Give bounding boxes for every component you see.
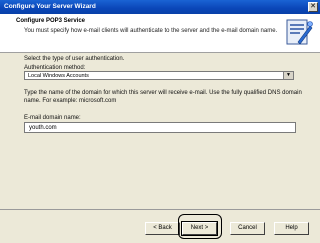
- help-button[interactable]: Help: [274, 222, 309, 235]
- cancel-button[interactable]: Cancel: [230, 222, 265, 235]
- email-domain-field[interactable]: youth.com: [24, 122, 296, 133]
- window-title: Configure Your Server Wizard: [4, 3, 96, 10]
- back-button[interactable]: < Back: [145, 222, 180, 235]
- domain-help-text-2: name. For example: microsoft.com: [24, 98, 117, 104]
- auth-method-value: Local Windows Accounts: [28, 73, 89, 79]
- wizard-header: Configure POP3 Service You must specify …: [0, 14, 320, 53]
- chevron-down-icon[interactable]: ▼: [283, 72, 293, 79]
- page-title: Configure POP3 Service: [16, 18, 86, 24]
- domain-label: E-mail domain name:: [24, 115, 81, 121]
- title-bar: Configure Your Server Wizard ✕: [0, 0, 320, 14]
- auth-intro: Select the type of user authentication.: [24, 56, 125, 62]
- page-subtitle: You must specify how e-mail clients will…: [24, 28, 278, 34]
- email-domain-value: youth.com: [29, 125, 57, 131]
- domain-help-text-1: Type the name of the domain for which th…: [24, 90, 302, 96]
- auth-method-select[interactable]: Local Windows Accounts ▼: [24, 71, 294, 80]
- next-button[interactable]: Next >: [181, 221, 218, 236]
- wizard-icon: [286, 19, 313, 45]
- close-icon[interactable]: ✕: [308, 2, 318, 12]
